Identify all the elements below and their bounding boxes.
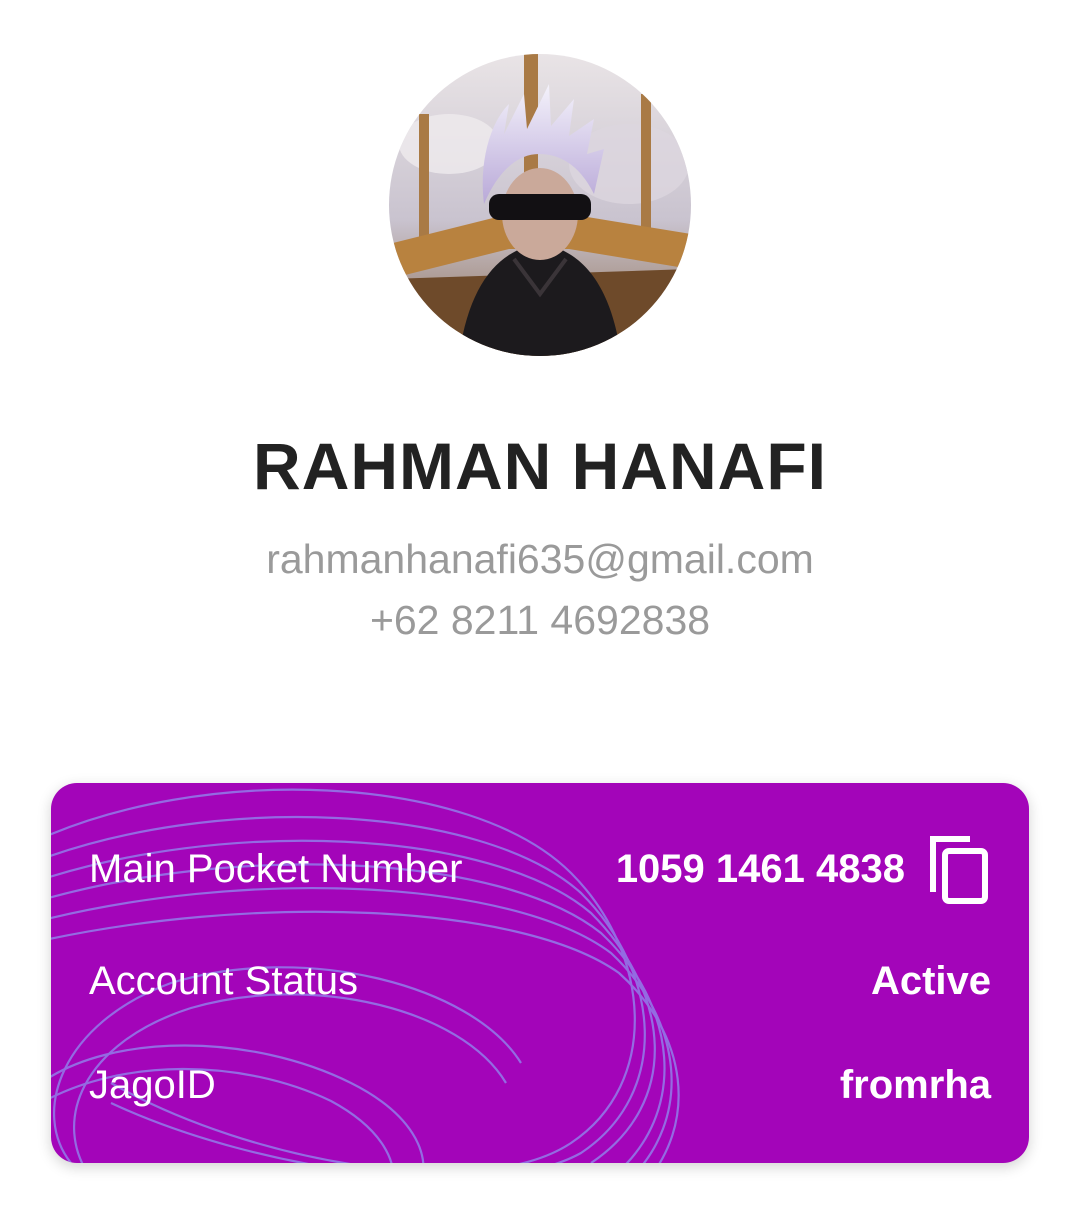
profile-phone: +62 8211 4692838	[369, 597, 711, 643]
profile-email: rahmanhanafi635@gmail.com	[266, 536, 814, 582]
account-status-value: Active	[870, 959, 991, 1003]
profile-name: RAHMAN HANAFI	[253, 429, 827, 503]
jagoid-value: fromrha	[839, 1063, 991, 1107]
main-pocket-row: Main Pocket Number 1059 1461 4838	[89, 836, 991, 904]
jagoid-label: JagoID	[89, 1063, 216, 1107]
copy-icon[interactable]	[927, 835, 991, 905]
main-pocket-label: Main Pocket Number	[89, 847, 463, 891]
account-status-label: Account Status	[89, 959, 359, 1003]
avatar[interactable]	[389, 54, 691, 356]
account-status-row: Account Status Active	[89, 951, 991, 1011]
main-pocket-number: 1059 1461 4838	[615, 847, 905, 891]
jagoid-row: JagoID fromrha	[89, 1055, 991, 1115]
avatar-image	[389, 54, 691, 356]
profile-page: RAHMAN HANAFI rahmanhanafi635@gmail.com …	[0, 0, 1080, 1232]
account-info-card: Main Pocket Number 1059 1461 4838 Accoun…	[51, 783, 1029, 1163]
